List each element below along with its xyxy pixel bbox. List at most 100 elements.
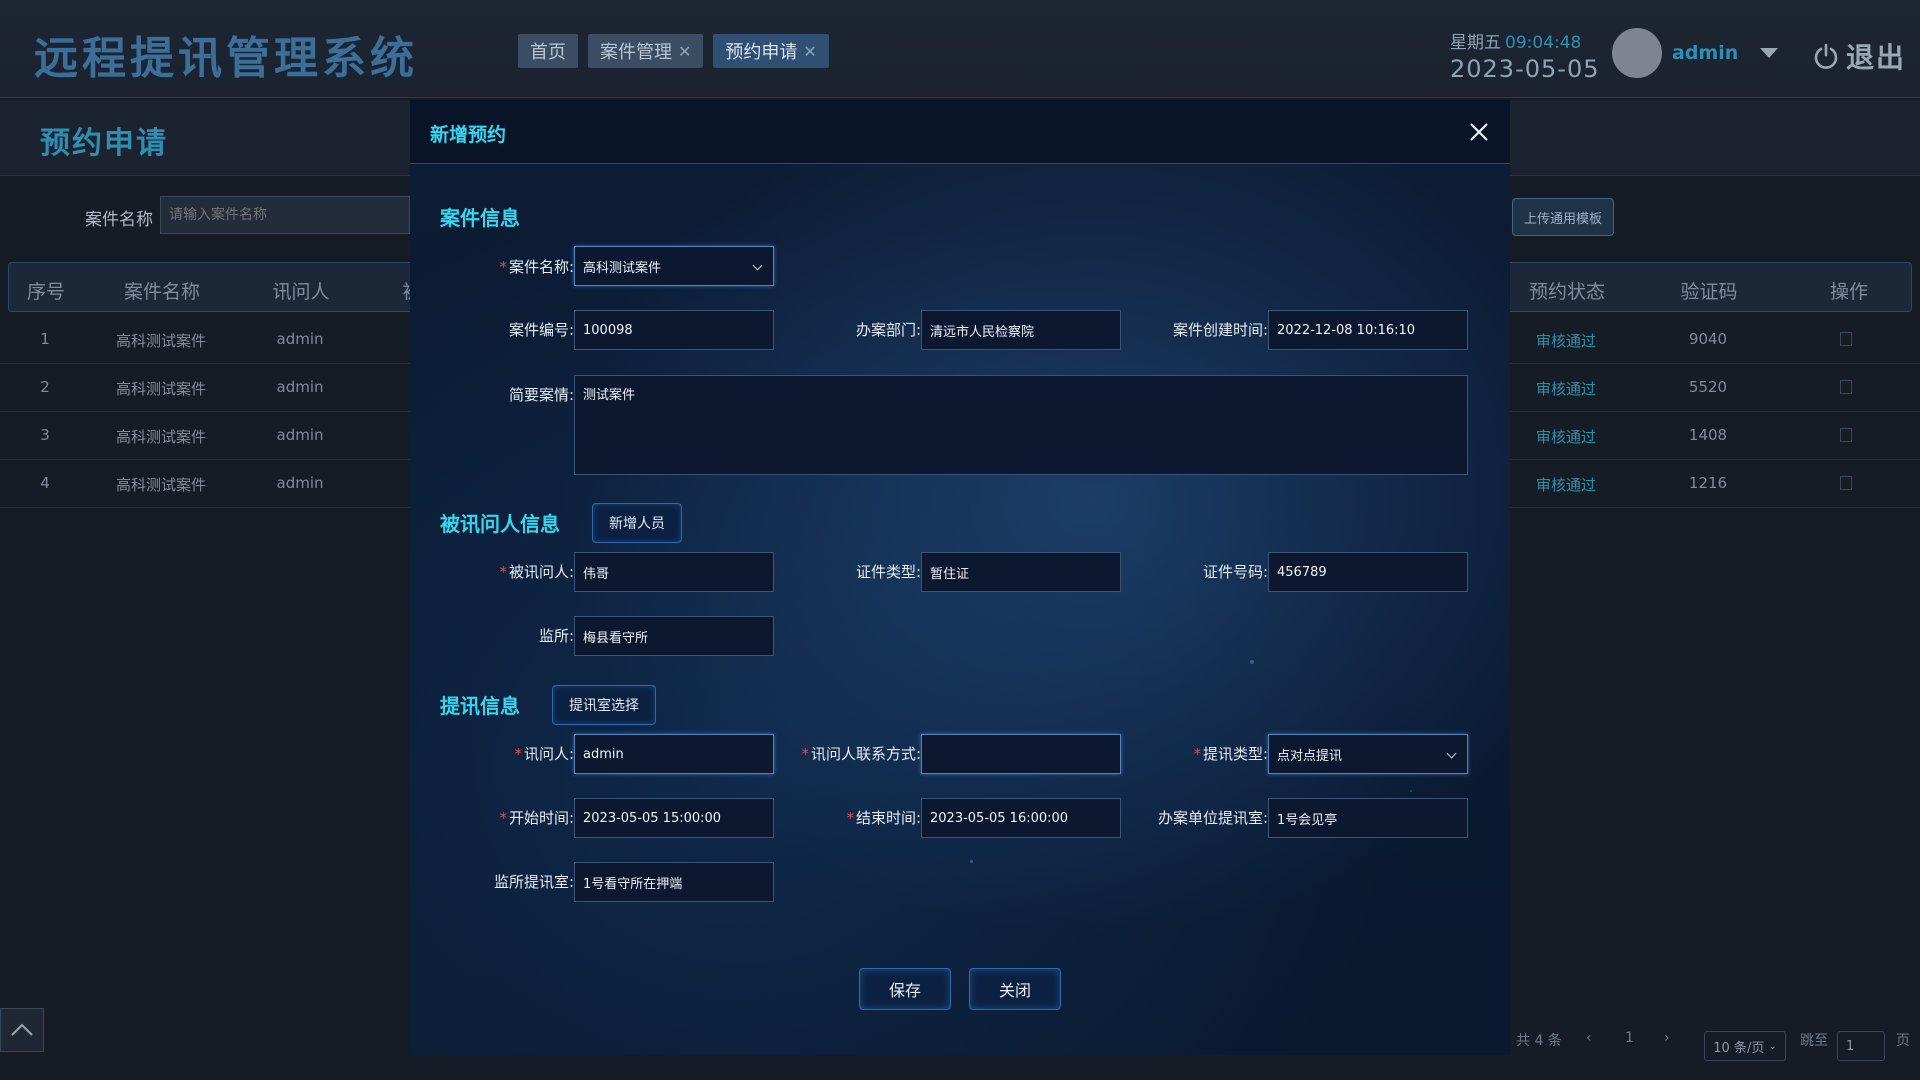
tab-home[interactable]: 首页 [518,34,578,68]
back-to-top-button[interactable] [0,1008,44,1052]
tab-label: 首页 [530,42,566,63]
add-person-button[interactable]: 新增人员 [592,503,682,543]
case-no-field[interactable]: 100098 [574,310,774,350]
cell-interrogator: admin [276,426,324,444]
cell-status: 审核通过 [1535,332,1597,350]
jump-input[interactable]: 1 [1837,1031,1885,1061]
pagination-prev[interactable]: ‹ [1586,1030,1592,1046]
page-title: 预约申请 [40,126,168,161]
start-time-field[interactable]: 2023-05-05 15:00:00 [574,798,774,838]
interrogation-type-value: 点对点提讯 [1277,748,1343,764]
interrogator-field[interactable]: admin [574,734,774,774]
close-icon[interactable]: ✕ [803,42,816,61]
prison-label: 监所: [538,627,574,645]
column-header: 验证码 [1680,281,1738,303]
cell-status: 审核通过 [1535,380,1597,398]
cell-index: 4 [40,474,50,492]
prison-room-field[interactable]: 1号看守所在押端 [574,862,774,902]
section-title-subject: 被讯问人信息 [440,512,560,536]
unit-room-label: 办案单位提讯室: [1157,809,1268,827]
page-size-label: 10 条/页 [1713,1040,1765,1056]
contact-field[interactable] [921,734,1121,774]
created-time-label: 案件创建时间: [1172,321,1268,339]
weekday: 星期五 [1450,33,1501,53]
new-appointment-dialog: 新增预约 案件信息 * 案件名称: 高科测试案件 案件编号: 100098 办案部… [410,100,1510,1055]
tab-label: 案件管理 [600,42,672,63]
start-time-label: * 开始时间: [499,809,574,827]
cell-interrogator: admin [276,474,324,492]
end-time-field[interactable]: 2023-05-05 16:00:00 [921,798,1121,838]
chevron-down-icon: ⌄ [1768,1040,1777,1052]
star-decoration [1410,790,1412,792]
brief-label: 简要案情: [508,386,574,404]
cell-index: 2 [40,378,50,396]
section-title-interrogation: 提讯信息 [440,694,520,718]
document-icon[interactable] [1840,332,1852,346]
contact-label: * 讯问人联系方式: [801,745,921,763]
save-button[interactable]: 保存 [859,968,951,1010]
avatar[interactable] [1612,28,1662,78]
tab-appointment[interactable]: 预约申请 ✕ [713,34,829,68]
dialog-header: 新增预约 [410,100,1510,164]
dept-field[interactable]: 清远市人民检察院 [921,310,1121,350]
prison-field[interactable]: 梅县看守所 [574,616,774,656]
interrogation-type-select[interactable]: 点对点提讯 [1268,734,1468,774]
tab-bar: 首页 案件管理 ✕ 预约申请 ✕ [518,34,829,68]
unit-room-field[interactable]: 1号会见亭 [1268,798,1468,838]
cell-case-name: 高科测试案件 [115,380,207,398]
prison-room-label: 监所提讯室: [493,873,574,891]
upload-template-button[interactable]: 上传通用模板 [1512,198,1614,236]
cell-index: 3 [40,426,50,444]
interrogator-label: * 讯问人: [514,745,574,763]
document-icon[interactable] [1840,428,1852,442]
tab-case-management[interactable]: 案件管理 ✕ [588,34,704,68]
app-title: 远程提讯管理系统 [34,33,418,84]
star-decoration [1250,660,1254,664]
id-type-field[interactable]: 暂住证 [921,552,1121,592]
power-icon [1814,43,1838,69]
time: 09:04:48 [1505,33,1582,53]
cell-code: 1408 [1688,426,1728,444]
case-name-label: * 案件名称: [499,258,574,276]
username[interactable]: admin [1672,42,1738,64]
chevron-down-icon[interactable] [1760,48,1778,58]
document-icon[interactable] [1840,476,1852,490]
column-header: 操作 [1829,281,1869,303]
interrogation-type-label: * 提讯类型: [1193,745,1268,763]
created-time-field[interactable]: 2022-12-08 10:16:10 [1268,310,1468,350]
column-header: 讯问人 [272,281,330,303]
case-no-label: 案件编号: [508,321,574,339]
id-no-field[interactable]: 456789 [1268,552,1468,592]
dialog-title: 新增预约 [430,124,507,146]
page-size-select[interactable]: 10 条/页 ⌄ [1704,1031,1786,1061]
cell-code: 5520 [1688,378,1728,396]
cell-code: 9040 [1688,330,1728,348]
column-header: 预约状态 [1528,281,1606,303]
clock: 星期五 09:04:48 2023-05-05 [1450,28,1599,83]
subject-name-field[interactable]: 伟哥 [574,552,774,592]
case-name-select[interactable]: 高科测试案件 [574,246,774,286]
case-name-search-input[interactable] [160,196,410,234]
close-icon[interactable] [1465,118,1493,146]
close-button[interactable]: 关闭 [969,968,1061,1010]
cell-index: 1 [40,330,50,348]
star-decoration [970,860,973,863]
cell-interrogator: admin [276,330,324,348]
brief-textarea[interactable]: 测试案件 [574,375,1468,475]
end-time-label: * 结束时间: [846,809,921,827]
cell-interrogator: admin [276,378,324,396]
logout-button[interactable]: 退出 [1812,36,1906,76]
pagination-next[interactable]: › [1664,1030,1670,1046]
cell-case-name: 高科测试案件 [115,428,207,446]
pagination-total: 共 4 条 [1516,1033,1562,1049]
cell-case-name: 高科测试案件 [115,476,207,494]
subject-name-label: * 被讯问人: [499,563,574,581]
room-select-button[interactable]: 提讯室选择 [552,685,656,725]
pagination-page[interactable]: 1 [1625,1030,1634,1046]
jump-label: 跳至 [1800,1033,1828,1049]
document-icon[interactable] [1840,380,1852,394]
close-icon[interactable]: ✕ [678,42,691,61]
case-name-value: 高科测试案件 [583,260,662,276]
id-no-label: 证件号码: [1202,563,1268,581]
page-suffix: 页 [1896,1033,1910,1049]
